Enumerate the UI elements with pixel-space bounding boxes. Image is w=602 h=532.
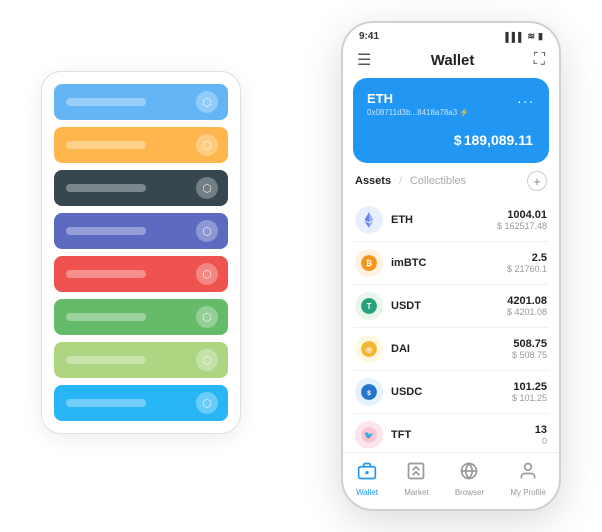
eth-name: ETH	[391, 214, 497, 226]
back-card-3: ⬡	[54, 213, 228, 249]
dai-name: DAI	[391, 343, 512, 355]
balance-symbol: $	[454, 132, 462, 148]
asset-item-usdt[interactable]: T USDT 4201.08 $ 4201.08	[353, 285, 549, 328]
battery-icon: ▮	[538, 31, 543, 42]
usdt-info: USDT	[391, 300, 507, 312]
svg-text:T: T	[367, 302, 372, 311]
signal-icon: ▌▌▌	[505, 32, 524, 42]
browser-nav-label: Browser	[455, 488, 484, 497]
tab-assets[interactable]: Assets	[355, 175, 391, 187]
profile-nav-label: My Profile	[510, 488, 546, 497]
wallet-nav-icon	[357, 461, 377, 486]
phone-header: ☰ Wallet ⛶	[343, 46, 559, 78]
asset-item-usdc[interactable]: $ USDC 101.25 $ 101.25	[353, 371, 549, 414]
nav-profile[interactable]: My Profile	[510, 461, 546, 497]
bottom-nav: Wallet Market Browser My Profile	[343, 452, 559, 509]
usdc-amounts: 101.25 $ 101.25	[512, 381, 547, 403]
imbtc-usd: $ 21760.1	[507, 264, 547, 274]
eth-amounts: 1004.01 $ 162517.48	[497, 209, 547, 231]
market-nav-label: Market	[404, 488, 428, 497]
asset-item-eth[interactable]: ETH 1004.01 $ 162517.48	[353, 199, 549, 242]
eth-card-address: 0x08711d3b...8418a78a3 ⚡	[367, 108, 535, 117]
tft-name: TFT	[391, 429, 535, 441]
add-asset-button[interactable]: +	[527, 171, 547, 191]
assets-tabs: Assets / Collectibles	[355, 175, 466, 187]
usdt-amounts: 4201.08 $ 4201.08	[507, 295, 547, 317]
eth-card-balance: $189,089.11	[367, 125, 535, 151]
eth-icon	[355, 206, 383, 234]
eth-amount: 1004.01	[497, 209, 547, 221]
back-panel: ⬡ ⬡ ⬡ ⬡ ⬡ ⬡ ⬡ ⬡	[41, 71, 241, 434]
assets-header: Assets / Collectibles +	[353, 171, 549, 191]
usdt-name: USDT	[391, 300, 507, 312]
balance-value: 189,089.11	[464, 132, 533, 148]
phone: 9:41 ▌▌▌ ≋ ▮ ☰ Wallet ⛶ ETH ... 0x08711d…	[341, 21, 561, 511]
dai-amount: 508.75	[512, 338, 547, 350]
expand-icon[interactable]: ⛶	[534, 51, 545, 69]
asset-list: ETH 1004.01 $ 162517.48 ₿ imBTC	[353, 199, 549, 448]
usdt-usd: $ 4201.08	[507, 307, 547, 317]
phone-body: ETH ... 0x08711d3b...8418a78a3 ⚡ $189,08…	[343, 78, 559, 448]
usdt-icon: T	[355, 292, 383, 320]
usdc-usd: $ 101.25	[512, 393, 547, 403]
imbtc-icon: ₿	[355, 249, 383, 277]
browser-nav-icon	[459, 461, 479, 486]
usdt-amount: 4201.08	[507, 295, 547, 307]
tab-divider: /	[399, 176, 402, 187]
asset-item-dai[interactable]: ◎ DAI 508.75 $ 508.75	[353, 328, 549, 371]
eth-card-more[interactable]: ...	[517, 90, 535, 106]
eth-usd: $ 162517.48	[497, 221, 547, 231]
wifi-icon: ≋	[528, 31, 536, 42]
back-card-6: ⬡	[54, 342, 228, 378]
header-title: Wallet	[431, 52, 475, 69]
svg-text:🐦: 🐦	[364, 431, 374, 440]
profile-nav-icon	[518, 461, 538, 486]
usdc-icon: $	[355, 378, 383, 406]
back-card-0: ⬡	[54, 84, 228, 120]
scene: ⬡ ⬡ ⬡ ⬡ ⬡ ⬡ ⬡ ⬡ 9:41 ▌▌▌ ≋ ▮ ☰ Wallet ⛶ ETH ...	[11, 11, 591, 521]
dai-usd: $ 508.75	[512, 350, 547, 360]
svg-text:₿: ₿	[366, 259, 373, 268]
back-card-2: ⬡	[54, 170, 228, 206]
back-card-4: ⬡	[54, 256, 228, 292]
dai-icon: ◎	[355, 335, 383, 363]
asset-item-imbtc[interactable]: ₿ imBTC 2.5 $ 21760.1	[353, 242, 549, 285]
imbtc-info: imBTC	[391, 257, 507, 269]
nav-browser[interactable]: Browser	[455, 461, 484, 497]
back-card-7: ⬡	[54, 385, 228, 421]
imbtc-amounts: 2.5 $ 21760.1	[507, 252, 547, 274]
tft-amount: 13	[535, 424, 547, 436]
eth-info: ETH	[391, 214, 497, 226]
market-nav-icon	[406, 461, 426, 486]
svg-text:◎: ◎	[366, 347, 372, 354]
status-time: 9:41	[359, 31, 379, 42]
svg-text:$: $	[367, 390, 371, 397]
eth-card-header: ETH ...	[367, 90, 535, 106]
tft-info: TFT	[391, 429, 535, 441]
back-card-1: ⬡	[54, 127, 228, 163]
add-icon: +	[533, 174, 541, 189]
usdc-name: USDC	[391, 386, 512, 398]
eth-card[interactable]: ETH ... 0x08711d3b...8418a78a3 ⚡ $189,08…	[353, 78, 549, 163]
dai-amounts: 508.75 $ 508.75	[512, 338, 547, 360]
nav-wallet[interactable]: Wallet	[356, 461, 378, 497]
usdc-amount: 101.25	[512, 381, 547, 393]
dai-info: DAI	[391, 343, 512, 355]
back-card-5: ⬡	[54, 299, 228, 335]
wallet-nav-label: Wallet	[356, 488, 378, 497]
tft-icon: 🐦	[355, 421, 383, 448]
tft-amounts: 13 0	[535, 424, 547, 446]
asset-item-tft[interactable]: 🐦 TFT 13 0	[353, 414, 549, 448]
eth-card-name: ETH	[367, 91, 393, 106]
tab-collectibles[interactable]: Collectibles	[410, 175, 466, 187]
status-icons: ▌▌▌ ≋ ▮	[505, 31, 543, 42]
tft-usd: 0	[535, 436, 547, 446]
status-bar: 9:41 ▌▌▌ ≋ ▮	[343, 23, 559, 46]
usdc-info: USDC	[391, 386, 512, 398]
nav-market[interactable]: Market	[404, 461, 428, 497]
menu-icon[interactable]: ☰	[357, 50, 371, 70]
imbtc-name: imBTC	[391, 257, 507, 269]
imbtc-amount: 2.5	[507, 252, 547, 264]
